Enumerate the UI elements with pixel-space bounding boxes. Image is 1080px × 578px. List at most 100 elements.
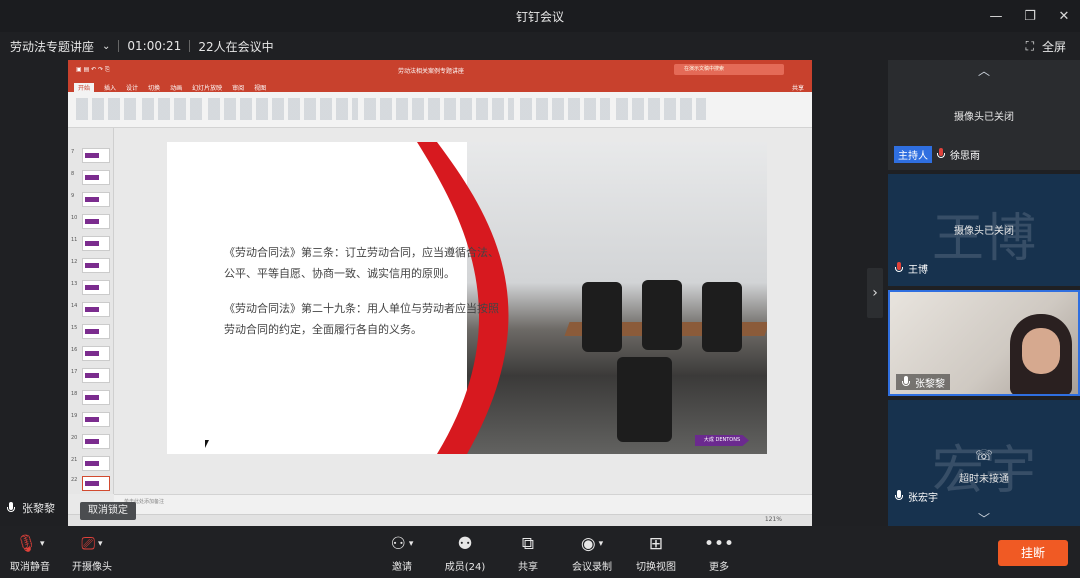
- participant-tile[interactable]: 王博 摄像头已关闭 王博: [888, 174, 1080, 286]
- slide-thumbnail[interactable]: 12: [71, 258, 111, 274]
- slide-paragraph: 《劳动合同法》第三条：订立劳动合同，应当遵循合法、公平、平等自愿、协商一致、诚实…: [224, 246, 499, 280]
- fullscreen-label: 全屏: [1041, 39, 1066, 54]
- participant-tile[interactable]: 宏宇 ☏ 超时未接通 张宏宇 ﹀: [888, 400, 1080, 526]
- slide-thumbnail[interactable]: 9: [71, 192, 111, 208]
- slide-thumbnail[interactable]: 10: [71, 214, 111, 230]
- add-user-icon: ⚇ ▾: [390, 534, 414, 554]
- ppt-quick-access: ▣ ▤ ↶ ↷ ⎘: [76, 66, 110, 73]
- unmute-button[interactable]: 🎙 ▾ 取消静音: [0, 532, 60, 573]
- unlock-tooltip[interactable]: 取消锁定: [80, 502, 136, 520]
- slide-thumbnail[interactable]: 14: [71, 302, 111, 318]
- members-button[interactable]: ⚉ 成员(24): [435, 532, 495, 573]
- ribbon-group-font: [208, 98, 358, 120]
- zoom-level[interactable]: 121%: [765, 516, 782, 523]
- ppt-tab[interactable]: 动画: [170, 83, 182, 92]
- meeting-duration: 01:00:21: [127, 39, 182, 53]
- ppt-tab[interactable]: 设计: [126, 83, 138, 92]
- ppt-tab[interactable]: 插入: [104, 83, 116, 92]
- more-icon: •••: [703, 534, 735, 554]
- ppt-tab[interactable]: 幻灯片放映: [192, 83, 222, 92]
- mic-icon: [894, 490, 904, 502]
- record-button[interactable]: ◉ ▾ 会议录制: [562, 532, 622, 573]
- call-status-text: 超时未接通: [959, 474, 1009, 485]
- mic-muted-icon: 🎙 ▾: [15, 534, 45, 554]
- slide-thumbnail[interactable]: 16: [71, 346, 111, 362]
- chevron-down-icon[interactable]: ⌄: [102, 41, 110, 52]
- host-badge: 主持人: [894, 145, 932, 163]
- slide-thumbnail[interactable]: 21: [71, 456, 111, 472]
- participant-count: 22人在会议中: [198, 39, 274, 54]
- slide-thumbnail[interactable]: 19: [71, 412, 111, 428]
- slide-thumbnail[interactable]: 7: [71, 148, 111, 164]
- ppt-titlebar: ▣ ▤ ↶ ↷ ⎘ 劳动法相关案例专题讲座 在演示文稿中搜索: [68, 60, 812, 80]
- mic-muted-icon: [936, 148, 946, 160]
- slide-thumbnail[interactable]: 20: [71, 434, 111, 450]
- camera-off-text: 摄像头已关闭: [954, 226, 1014, 237]
- hangup-button[interactable]: 挂断: [998, 540, 1068, 566]
- share-button[interactable]: ⧉ 共享: [498, 532, 558, 573]
- ppt-search-input[interactable]: 在演示文稿中搜索: [674, 64, 784, 75]
- slide-thumbnail[interactable]: 18: [71, 390, 111, 406]
- grid-view-icon: ⊞: [648, 534, 664, 554]
- slide-thumbnail[interactable]: 11: [71, 236, 111, 252]
- close-icon[interactable]: ✕: [1056, 9, 1072, 24]
- window-title: 钉钉会议: [515, 9, 564, 24]
- slide-thumbnail[interactable]: 13: [71, 280, 111, 296]
- members-icon: ⚉: [457, 534, 473, 554]
- ribbon-group-slides: [142, 98, 202, 120]
- ppt-tab[interactable]: 审阅: [232, 83, 244, 92]
- self-name-label: 张黎黎: [6, 500, 55, 516]
- ribbon-group-styles: [616, 98, 706, 120]
- slide-thumbnail[interactable]: 15: [71, 324, 111, 340]
- ppt-ribbon-tabs: 开始 插入 设计 切换 动画 幻灯片放映 审阅 视图 共享: [68, 80, 812, 92]
- current-slide: 《劳动合同法》第三条：订立劳动合同，应当遵循合法、公平、平等自愿、协商一致、诚实…: [167, 142, 767, 454]
- meeting-toolbar: 🎙 ▾ 取消静音 ⎚ ▾ 开摄像头 ⚇ ▾ 邀请 ⚉ 成员(24) ⧉ 共享 ◉ ▾ 会…: [0, 526, 1080, 578]
- participant-name: 徐思雨: [950, 150, 980, 162]
- mic-icon: [901, 376, 911, 388]
- camera-button[interactable]: ⎚ ▾ 开摄像头: [62, 532, 122, 573]
- ppt-share[interactable]: 共享: [792, 83, 804, 92]
- participant-video-face: [1022, 328, 1060, 374]
- ppt-ribbon: [68, 92, 812, 128]
- participant-tile[interactable]: ︿ 摄像头已关闭 主持人 徐思雨: [888, 60, 1080, 170]
- slide-thumbnail[interactable]: 8: [71, 170, 111, 186]
- divider: [118, 40, 120, 52]
- chevron-up-icon[interactable]: ︿: [888, 62, 1080, 79]
- slide-text: 《劳动合同法》第三条：订立劳动合同，应当遵循合法、公平、平等自愿、协商一致、诚实…: [224, 242, 504, 354]
- participant-name-label: 王博: [894, 260, 928, 276]
- slide-thumbnail[interactable]: 17: [71, 368, 111, 384]
- notes-pane[interactable]: 单击此处添加备注: [114, 494, 812, 514]
- camera-off-icon: ⎚ ▾: [81, 534, 103, 554]
- ppt-tab[interactable]: 开始: [74, 83, 95, 92]
- participant-name: 王博: [908, 264, 928, 276]
- mic-icon: [6, 502, 16, 514]
- ppt-tab[interactable]: 切换: [148, 83, 160, 92]
- chevron-right-icon[interactable]: ›: [867, 268, 883, 318]
- meeting-info-bar: 劳动法专题讲座 ⌄ 01:00:21 22人在会议中: [0, 32, 1080, 60]
- minimize-icon[interactable]: —: [988, 9, 1004, 24]
- invite-button[interactable]: ⚇ ▾ 邀请: [372, 532, 432, 573]
- ribbon-group-paragraph: [364, 98, 514, 120]
- self-name: 张黎黎: [22, 502, 55, 515]
- meeting-topic[interactable]: 劳动法专题讲座: [10, 38, 94, 55]
- maximize-icon[interactable]: ❐: [1022, 9, 1038, 24]
- participant-name-label: 张宏宇: [894, 488, 938, 504]
- window-controls: — ❐ ✕: [988, 0, 1072, 32]
- participant-name-label: 张黎黎: [896, 374, 950, 390]
- participant-name: 张宏宇: [908, 492, 938, 504]
- slide-paragraph: 《劳动合同法》第二十九条：用人单位与劳动者应当按照劳动合同的约定，全面履行各自的…: [224, 302, 499, 336]
- fullscreen-button[interactable]: ⛶ 全屏: [1026, 32, 1066, 60]
- switch-view-button[interactable]: ⊞ 切换视图: [626, 532, 686, 573]
- slide-thumbnail[interactable]: 22: [71, 476, 111, 492]
- more-button[interactable]: ••• 更多: [689, 532, 749, 573]
- ppt-statusbar: 121%: [68, 514, 812, 526]
- chevron-down-icon[interactable]: ﹀: [888, 510, 1080, 526]
- record-icon: ◉ ▾: [580, 534, 604, 554]
- ppt-tab[interactable]: 视图: [254, 83, 266, 92]
- slide-thumbnails: 7 8 9 10 11 12 13 14 15 16 17 18 19 20 2…: [68, 128, 114, 494]
- mic-muted-icon: [894, 262, 904, 274]
- camera-off-text: 摄像头已关闭: [954, 112, 1014, 123]
- phone-icon: ☏: [975, 448, 993, 464]
- fullscreen-icon: ⛶: [1025, 38, 1034, 53]
- participant-tile-video[interactable]: 张黎黎: [888, 290, 1080, 396]
